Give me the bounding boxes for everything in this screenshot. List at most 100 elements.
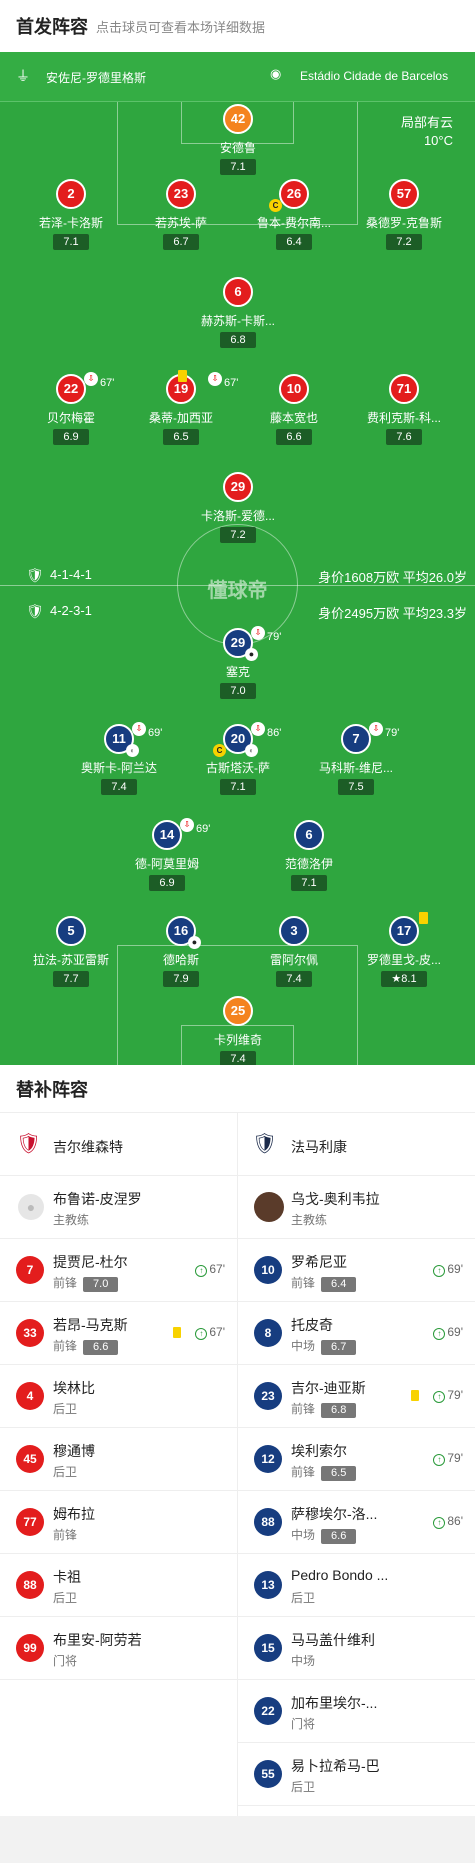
shirt-number: 57	[389, 179, 419, 209]
player-name: 藤本宽也	[269, 411, 318, 425]
shirt-number: 19 ⇩ 67'	[166, 370, 238, 404]
sub-player-row[interactable]: 45 穆通博 后卫	[0, 1428, 237, 1491]
shirt-number: 16 ●	[166, 916, 201, 949]
sub-player-row[interactable]: 12 埃利索尔 前锋 6.5 ↑ 79'	[238, 1428, 475, 1491]
shirt-number: 99	[16, 1634, 44, 1662]
shirt-number: 12	[254, 1445, 282, 1473]
away-player-3[interactable]: 3 雷阿尔佩 7.4	[234, 916, 354, 987]
player-name: 古斯塔沃-萨	[206, 761, 270, 775]
sub-player-row[interactable]: 7 提贾尼-杜尔 前锋 7.0 ↑ 67'	[0, 1239, 237, 1302]
shirt-number: 71	[389, 374, 419, 404]
assist-icon: ◐	[126, 744, 139, 757]
player-name: 范德洛伊	[284, 857, 333, 871]
sub-player-row[interactable]: 22 加布里埃尔-... 门将	[238, 1680, 475, 1743]
sub-player-row[interactable]: 88 卡祖 后卫	[0, 1554, 237, 1617]
page-subtitle: 点击球员可查看本场详细数据	[96, 19, 266, 35]
sub-in: ↑ 69'	[433, 1262, 463, 1277]
away-coach-row[interactable]: 乌戈-奥利韦拉 主教练	[238, 1176, 475, 1239]
sub-off-icon: ⇩	[251, 626, 265, 640]
home-coach-row[interactable]: ● 布鲁诺-皮涅罗 主教练	[0, 1176, 237, 1239]
player-rating: 6.8	[220, 332, 256, 348]
shirt-number: 6	[223, 277, 253, 307]
player-rating: 6.6	[321, 1529, 357, 1544]
player-rating: 6.5	[163, 429, 199, 445]
weather-text: 局部有云	[400, 115, 453, 130]
away-player-6[interactable]: 6 范德洛伊 7.1	[249, 820, 369, 891]
player-rating: 6.6	[83, 1340, 119, 1355]
sub-in-icon: ↑	[433, 1454, 446, 1466]
away-player-29[interactable]: 29 ⇩ 79' ● 塞克 7.0	[178, 626, 298, 699]
player-position: 前锋	[53, 1528, 78, 1542]
sub-in: ↑ 67'	[195, 1262, 225, 1277]
home-team-value: 身价1608万欧 平均26.0岁	[318, 570, 467, 585]
player-rating: 7.1	[53, 234, 89, 250]
sub-player-row[interactable]: 23 吉尔-迪亚斯 前锋 6.8 ↑ 79'	[238, 1365, 475, 1428]
home-player-57[interactable]: 57 桑德罗-克鲁斯 7.2	[344, 179, 464, 250]
home-player-6[interactable]: 6 赫苏斯-卡斯... 6.8	[178, 277, 298, 348]
sub-player-row[interactable]: 10 罗希尼亚 前锋 6.4 ↑ 69'	[238, 1239, 475, 1302]
sub-in: ↑ 69'	[433, 1325, 463, 1340]
away-player-25[interactable]: 25 卡列维奇 7.4	[178, 996, 298, 1065]
player-name: 卡洛斯-爱德...	[201, 509, 275, 523]
avatar	[254, 1192, 284, 1222]
shirt-number: 7	[16, 1256, 44, 1284]
home-player-10[interactable]: 10 藤本宽也 6.6	[234, 374, 354, 445]
home-player-42[interactable]: 42 安德鲁 7.1	[178, 104, 298, 175]
away-player-16[interactable]: 16 ● 德哈斯 7.9	[121, 916, 241, 987]
home-formation: 4-1-4-1	[50, 567, 92, 582]
home-player-19[interactable]: 19 ⇩ 67' 桑蒂-加西亚 6.5	[121, 370, 241, 445]
sub-player-row[interactable]: 99 布里安-阿劳若 门将	[0, 1617, 237, 1680]
sub-player-row[interactable]: 33 若昂-马克斯 前锋 6.6 ↑ 67'	[0, 1302, 237, 1365]
player-position: 中场	[291, 1654, 316, 1668]
sub-player-row[interactable]: 55 易卜拉希马-巴 后卫	[238, 1743, 475, 1806]
sub-player-row[interactable]: 8 托皮奇 中场 6.7 ↑ 69'	[238, 1302, 475, 1365]
player-name: 姆布拉	[53, 1506, 95, 1522]
sub-player-row[interactable]: 88 萨穆埃尔-洛... 中场 6.6 ↑ 86'	[238, 1491, 475, 1554]
sub-time: 79'	[385, 727, 400, 739]
away-player-14[interactable]: 14 ⇩ 69' 德-阿莫里姆 6.9	[107, 818, 227, 891]
shirt-number: 23	[254, 1382, 282, 1410]
home-player-71[interactable]: 71 费利克斯-科... 7.6	[344, 374, 464, 445]
sub-player-row[interactable]: 4 埃林比 后卫	[0, 1365, 237, 1428]
sub-time: 67'	[100, 377, 115, 389]
away-player-17[interactable]: 17 罗德里戈-皮... ★8.1	[344, 912, 464, 987]
player-rating: ★8.1	[381, 971, 427, 987]
home-player-2[interactable]: 2 若泽-卡洛斯 7.1	[11, 179, 131, 250]
shirt-number: 5	[56, 916, 86, 946]
home-player-23[interactable]: 23 若苏埃-萨 6.7	[121, 179, 241, 250]
player-rating: 6.9	[149, 875, 185, 891]
sub-off-icon: ⇩	[180, 818, 194, 832]
shirt-number: 14 ⇩ 69'	[152, 818, 210, 850]
shirt-number: 55	[254, 1760, 282, 1788]
team-name: 法马利康	[291, 1139, 347, 1155]
away-player-20[interactable]: 20 ⇩ 86' C ◐ 古斯塔沃-萨 7.1	[178, 722, 298, 795]
sub-player-row[interactable]: 13 Pedro Bondo ... 后卫	[238, 1554, 475, 1617]
away-player-7[interactable]: 7 ⇩ 79' 马科斯-维尼... 7.5	[296, 722, 416, 795]
player-name: 罗希尼亚	[291, 1254, 347, 1270]
player-rating: 7.2	[386, 234, 422, 250]
player-rating: 6.4	[321, 1277, 357, 1292]
player-name: 提贾尼-杜尔	[53, 1254, 128, 1270]
away-team-header[interactable]: 🛡 法马利康	[238, 1113, 475, 1176]
player-name: 马科斯-维尼...	[319, 761, 393, 775]
player-position: 中场 6.6	[291, 1526, 357, 1544]
player-position: 中场 6.7	[291, 1337, 357, 1355]
whistle-icon: ⏚	[16, 68, 30, 84]
home-player-29[interactable]: 29 卡洛斯-爱德... 7.2	[178, 472, 298, 543]
away-subs-column: 🛡 法马利康 乌戈-奥利韦拉 主教练 10 罗希尼亚 前锋 6.4 ↑ 69' 8 托皮奇 中场…	[238, 1113, 475, 1806]
home-player-26[interactable]: 26 C 鲁本-费尔南... 6.4	[234, 179, 354, 250]
away-player-5[interactable]: 5 拉法-苏亚雷斯 7.7	[11, 916, 131, 987]
sub-in-icon: ↑	[433, 1328, 446, 1340]
sub-time: 69'	[148, 727, 163, 739]
player-position: 后卫	[53, 1591, 78, 1605]
sub-off-icon: ⇩	[132, 722, 146, 736]
sub-player-row[interactable]: 77 姆布拉 前锋	[0, 1491, 237, 1554]
away-player-11[interactable]: 11 ⇩ 69' ◐ 奥斯卡-阿兰达 7.4	[59, 722, 179, 795]
coach-role: 主教练	[53, 1213, 90, 1227]
sub-player-row[interactable]: 15 马马盖什维利 中场	[238, 1617, 475, 1680]
shirt-number: 26 C	[269, 179, 309, 212]
player-name: 穆通博	[53, 1443, 95, 1459]
home-team-header[interactable]: 🛡 吉尔维森特	[0, 1113, 237, 1176]
home-player-22[interactable]: 22 ⇩ 67' 贝尔梅霍 6.9	[11, 372, 131, 445]
player-rating: 6.9	[53, 429, 89, 445]
